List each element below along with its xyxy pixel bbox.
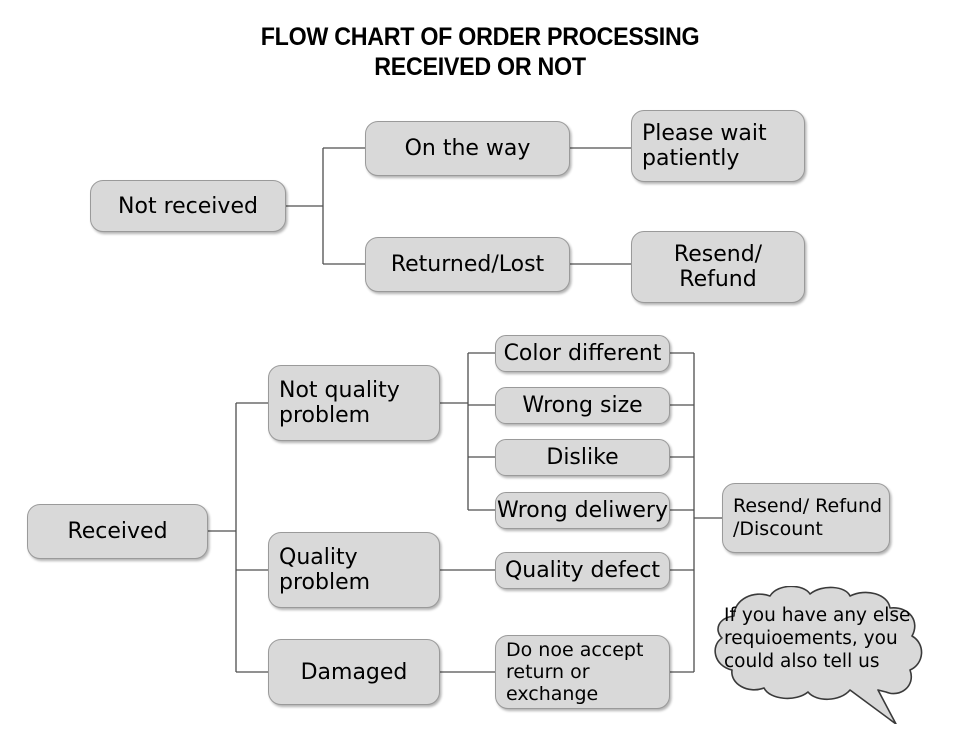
node-quality-problem-label: Quality problem xyxy=(279,545,371,595)
node-returned-lost-label: Returned/Lost xyxy=(390,252,545,277)
node-received-label: Received xyxy=(67,519,168,544)
node-damaged-label: Damaged xyxy=(300,659,408,685)
node-do-not-accept-return-or-exchange[interactable]: Do noe accept return or exchange xyxy=(495,635,670,709)
node-wrong-deliwery-label: Wrong deliwery xyxy=(496,498,668,523)
speech-bubble-text: If you have any else requioements, you c… xyxy=(724,605,911,672)
node-quality-defect-label: Quality defect xyxy=(504,558,661,583)
node-dislike-label: Dislike xyxy=(546,445,619,470)
node-returned-lost[interactable]: Returned/Lost xyxy=(365,237,570,292)
node-not-quality-problem[interactable]: Not quality problem xyxy=(268,365,440,441)
node-please-wait-patiently[interactable]: Please wait patiently xyxy=(631,110,805,182)
node-on-the-way-label: On the way xyxy=(404,136,531,161)
node-not-received-label: Not received xyxy=(118,193,258,219)
node-on-the-way[interactable]: On the way xyxy=(365,121,570,176)
node-not-quality-problem-label: Not quality problem xyxy=(279,378,400,428)
node-resend-refund-label: Resend/ Refund xyxy=(673,242,763,292)
node-color-different[interactable]: Color different xyxy=(495,335,670,372)
node-quality-problem[interactable]: Quality problem xyxy=(268,532,440,608)
speech-bubble[interactable]: If you have any else requioements, you c… xyxy=(700,586,938,724)
node-resend-refund-discount[interactable]: Resend/ Refund /Discount xyxy=(722,483,890,553)
node-quality-defect[interactable]: Quality defect xyxy=(495,552,670,589)
flowchart-canvas: FLOW CHART OF ORDER PROCESSING RECEIVED … xyxy=(0,0,960,730)
node-received[interactable]: Received xyxy=(27,504,208,559)
node-wrong-deliwery[interactable]: Wrong deliwery xyxy=(495,492,670,529)
node-damaged[interactable]: Damaged xyxy=(268,639,440,705)
node-wrong-size-label: Wrong size xyxy=(522,393,643,418)
node-color-different-label: Color different xyxy=(503,341,662,366)
node-wrong-size[interactable]: Wrong size xyxy=(495,387,670,424)
node-resend-refund-discount-label: Resend/ Refund /Discount xyxy=(733,495,883,540)
page-title: FLOW CHART OF ORDER PROCESSING RECEIVED … xyxy=(260,23,700,81)
node-not-received[interactable]: Not received xyxy=(90,180,286,232)
node-do-not-accept-label: Do noe accept return or exchange xyxy=(506,639,644,705)
node-please-wait-patiently-label: Please wait patiently xyxy=(642,121,767,171)
node-resend-refund[interactable]: Resend/ Refund xyxy=(631,231,805,303)
node-dislike[interactable]: Dislike xyxy=(495,439,670,476)
